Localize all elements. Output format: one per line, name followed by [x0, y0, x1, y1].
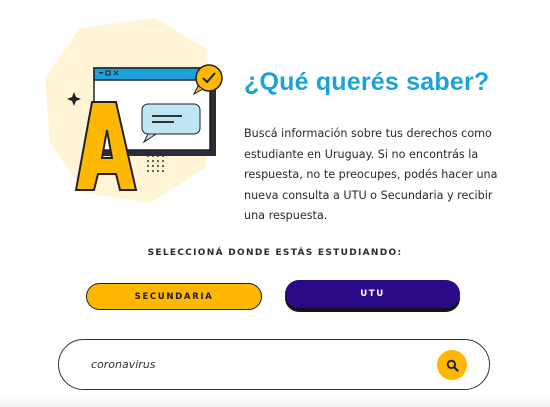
search-button[interactable] [437, 350, 467, 380]
search-icon [446, 359, 459, 372]
utu-button[interactable]: UTU [285, 280, 460, 308]
bottom-edge [0, 396, 550, 407]
hero-illustration [45, 18, 223, 203]
hero-section: ¿Qué querés saber? Buscá información sob… [0, 0, 550, 240]
search-input[interactable] [91, 354, 421, 374]
page-title: ¿Qué querés saber? [244, 68, 490, 96]
intro-text: Buscá información sobre tus derechos com… [244, 127, 498, 222]
selection-prompt: SELECCIONÁ DONDE ESTÁS ESTUDIANDO: [147, 248, 403, 258]
secundaria-button[interactable]: SECUNDARIA [86, 283, 262, 310]
search-bar [58, 339, 490, 390]
